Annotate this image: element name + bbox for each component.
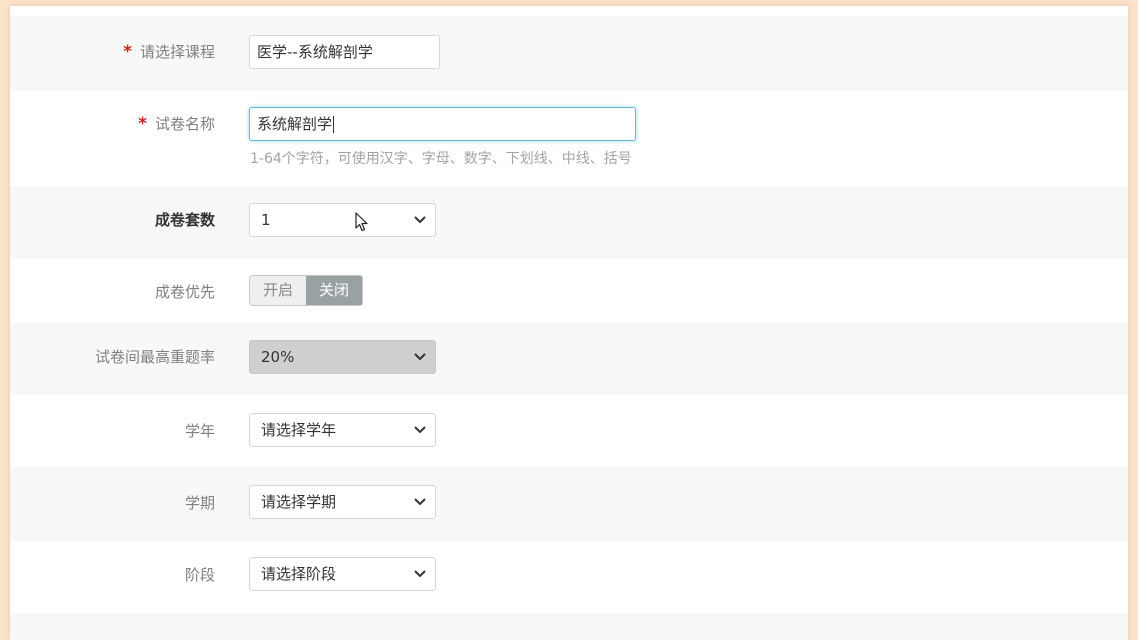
priority-toggle: 开启 关闭 [249, 275, 363, 306]
chevron-down-icon [414, 216, 426, 224]
paper-name-label: * 试卷名称 [138, 113, 215, 134]
toggle-off-option[interactable]: 关闭 [306, 276, 362, 305]
stage-label: 阶段 [184, 566, 215, 584]
repeat-rate-row: 试卷间最高重题率 20% [10, 323, 1128, 396]
course-input[interactable]: 医学--系统解剖学 [249, 35, 440, 69]
paper-sets-label: 成卷套数 [154, 211, 215, 229]
repeat-rate-value: 20% [261, 348, 295, 366]
form-panel: * 请选择课程 医学--系统解剖学 * 试卷名称 系统解剖学 1-64个字符，可使用… [10, 6, 1128, 640]
course-input-value: 医学--系统解剖学 [257, 43, 373, 61]
text-caret [333, 116, 335, 133]
course-row: * 请选择课程 医学--系统解剖学 [10, 16, 1128, 92]
chevron-down-icon [414, 498, 426, 506]
school-year-value: 请选择学年 [261, 421, 337, 439]
stage-value: 请选择阶段 [261, 565, 337, 583]
mouse-cursor-icon [355, 212, 368, 232]
repeat-rate-select[interactable]: 20% [249, 340, 436, 374]
chevron-down-icon [414, 570, 426, 578]
cutoff-checkbox-group [255, 636, 525, 640]
required-mark: * [123, 42, 132, 62]
chevron-down-icon [414, 426, 426, 434]
priority-label: 成卷优先 [154, 283, 215, 301]
paper-name-input[interactable]: 系统解剖学 [249, 107, 636, 141]
repeat-rate-label: 试卷间最高重题率 [94, 348, 215, 366]
semester-value: 请选择学期 [261, 493, 337, 511]
paper-name-row: * 试卷名称 系统解剖学 1-64个字符，可使用汉字、字母、数字、下划线、中线、括… [10, 91, 1128, 187]
paper-sets-select[interactable]: 1 [249, 203, 436, 237]
school-year-select[interactable]: 请选择学年 [249, 413, 436, 447]
school-year-label: 学年 [184, 422, 215, 440]
course-label-text: 请选择课程 [139, 43, 215, 61]
stage-row: 阶段 请选择阶段 [10, 541, 1128, 614]
paper-name-hint: 1-64个字符，可使用汉字、字母、数字、下划线、中线、括号 [250, 151, 632, 167]
required-mark: * [138, 114, 147, 134]
semester-label: 学期 [184, 494, 215, 512]
school-year-row: 学年 请选择学年 [10, 395, 1128, 468]
priority-row: 成卷优先 开启 关闭 [10, 259, 1128, 324]
course-label: * 请选择课程 [123, 41, 215, 62]
toggle-on-option[interactable]: 开启 [250, 276, 306, 305]
semester-select[interactable]: 请选择学期 [249, 485, 436, 519]
cutoff-row [10, 613, 1128, 640]
stage-select[interactable]: 请选择阶段 [249, 557, 436, 591]
paper-sets-row: 成卷套数 1 [10, 186, 1128, 260]
paper-name-input-value: 系统解剖学 [257, 115, 333, 133]
paper-sets-value: 1 [261, 211, 271, 229]
paper-name-label-text: 试卷名称 [154, 115, 215, 133]
semester-row: 学期 请选择学期 [10, 467, 1128, 542]
chevron-down-icon [414, 353, 426, 361]
